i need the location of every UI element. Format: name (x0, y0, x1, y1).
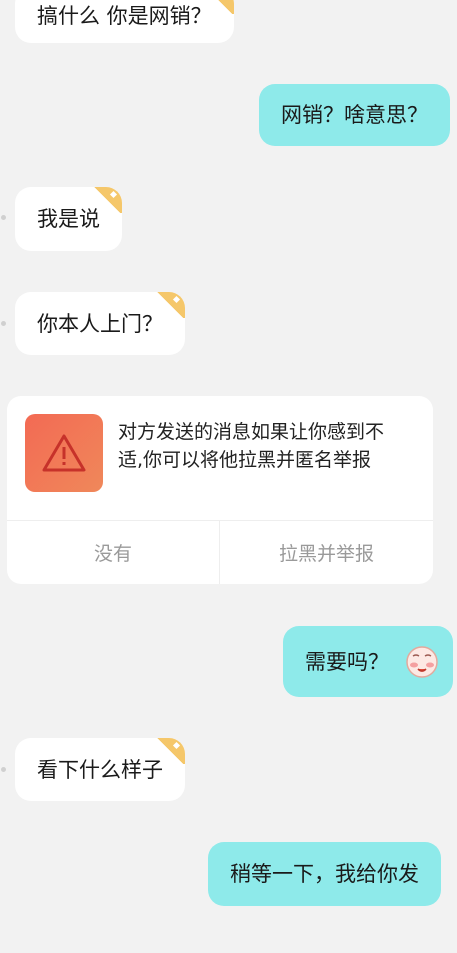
tag-icon (203, 0, 234, 14)
unread-dot (1, 321, 6, 326)
warning-icon (42, 434, 86, 472)
message-bubble-incoming[interactable]: 我是说 (15, 187, 122, 251)
message-text: 看下什么样子 (37, 757, 163, 782)
message-text: 我是说 (37, 207, 100, 231)
message-text: 需要吗？ (305, 649, 389, 674)
unread-dot (1, 215, 6, 220)
message-text: 搞什么 你是网销？ (37, 3, 212, 28)
tag-icon (92, 187, 122, 213)
tag-icon (155, 292, 185, 318)
blushing-face-emoji (406, 645, 438, 678)
message-text: 你本人上门？ (37, 311, 163, 336)
tag-icon (155, 738, 185, 764)
warning-icon-box (25, 414, 103, 492)
warning-message: 对方发送的消息如果让你感到不适,你可以将他拉黑并匿名举报 (118, 421, 385, 471)
message-text: 网销？啥意思？ (281, 103, 428, 127)
message-bubble-incoming[interactable]: 看下什么样子 (15, 738, 185, 801)
unread-dot (1, 767, 6, 772)
message-bubble-incoming[interactable]: 搞什么 你是网销？ (15, 0, 234, 43)
report-warning-card: 对方发送的消息如果让你感到不适,你可以将他拉黑并匿名举报 没有 拉黑并举报 (7, 396, 433, 584)
message-bubble-outgoing[interactable]: 需要吗？ (283, 626, 453, 697)
block-and-report-button[interactable]: 拉黑并举报 (220, 521, 433, 584)
message-bubble-outgoing[interactable]: 稍等一下，我给你发 (208, 842, 441, 906)
message-text: 稍等一下，我给你发 (230, 862, 419, 886)
message-bubble-outgoing[interactable]: 网销？啥意思？ (259, 84, 450, 146)
message-bubble-incoming[interactable]: 你本人上门？ (15, 292, 185, 355)
dismiss-button[interactable]: 没有 (7, 521, 219, 584)
